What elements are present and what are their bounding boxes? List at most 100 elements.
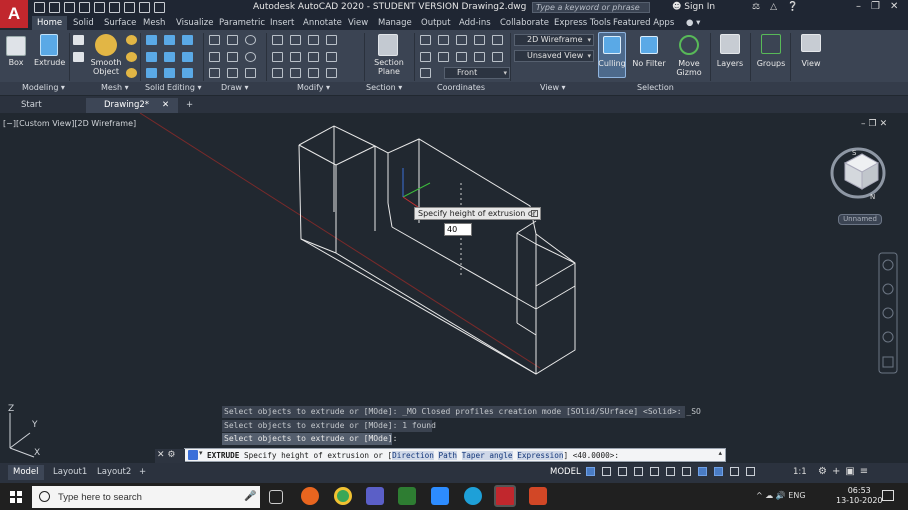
tab-annotate[interactable]: Annotate xyxy=(298,16,347,30)
culling-button[interactable]: Culling xyxy=(597,59,627,68)
extrude-button[interactable]: Extrude xyxy=(34,58,65,67)
windows-start-icon[interactable] xyxy=(10,491,22,503)
tab-solid[interactable]: Solid xyxy=(68,16,99,30)
panel-mesh[interactable]: Mesh ▾ xyxy=(101,83,129,92)
panel-draw[interactable]: Draw ▾ xyxy=(221,83,248,92)
option-path[interactable]: Path xyxy=(438,451,457,460)
move-icon[interactable] xyxy=(272,35,283,45)
new-icon[interactable] xyxy=(34,2,45,13)
teams-icon[interactable] xyxy=(366,487,384,505)
tab-output[interactable]: Output xyxy=(416,16,456,30)
ucs-origin-icon[interactable] xyxy=(456,35,467,45)
ellipse-icon[interactable] xyxy=(245,52,256,62)
ucs-menu-button[interactable]: Unnamed xyxy=(838,214,882,225)
web-open-icon[interactable] xyxy=(94,2,105,13)
move-gizmo-button[interactable]: Move Gizmo xyxy=(674,59,704,77)
tab-add-ins[interactable]: Add-ins xyxy=(454,16,496,30)
autodesk-app-icon[interactable]: △ xyxy=(770,2,777,12)
edge-icon[interactable] xyxy=(464,487,482,505)
sign-in-button[interactable]: ☻ Sign In xyxy=(672,2,715,12)
customize-icon[interactable]: ⚙ xyxy=(167,450,175,460)
separate-icon[interactable] xyxy=(146,68,157,78)
web-save-icon[interactable] xyxy=(109,2,120,13)
viewcube[interactable]: S N xyxy=(830,147,886,201)
app-icon[interactable] xyxy=(398,487,416,505)
mesh-refine-icon[interactable] xyxy=(126,52,137,62)
cart-icon[interactable]: ⚖ xyxy=(752,2,760,12)
close-icon[interactable]: ✕ xyxy=(157,450,165,460)
option-direction[interactable]: Direction xyxy=(392,451,434,460)
trim-icon[interactable] xyxy=(326,35,337,45)
explode-icon[interactable] xyxy=(326,68,337,78)
panel-modeling[interactable]: Modeling ▾ xyxy=(22,83,65,92)
ucs-icon[interactable] xyxy=(420,35,431,45)
ucs-view-icon[interactable] xyxy=(420,52,431,62)
chevron-down-icon[interactable]: ▾ xyxy=(199,449,203,457)
navigation-bar[interactable] xyxy=(878,252,898,374)
boundary-icon[interactable] xyxy=(245,68,256,78)
viewport-controls[interactable]: [−][Custom View][2D Wireframe] xyxy=(3,119,136,128)
system-tray[interactable]: ^ ☁ 🔊 ENG xyxy=(756,491,806,500)
extract-edges-icon[interactable] xyxy=(182,52,193,62)
save-icon[interactable] xyxy=(64,2,75,13)
layers-button[interactable]: Layers xyxy=(714,59,746,68)
options-icon[interactable] xyxy=(531,210,538,217)
option-taper-angle[interactable]: Taper angle xyxy=(461,451,513,460)
fillet-icon[interactable] xyxy=(290,52,301,62)
erase-icon[interactable] xyxy=(326,52,337,62)
object-snap-tracking-icon[interactable] xyxy=(666,467,675,476)
dynamic-input-field[interactable]: 40 xyxy=(444,223,472,236)
viewport-window-controls[interactable]: –❐✕ xyxy=(861,119,890,129)
annotation-visibility-icon[interactable] xyxy=(746,467,755,476)
search-input[interactable]: Type a keyword or phrase xyxy=(532,2,650,13)
offset-edge-icon[interactable] xyxy=(182,68,193,78)
polyline-icon[interactable] xyxy=(227,35,238,45)
presspull-icon[interactable] xyxy=(73,52,84,62)
tab-parametric[interactable]: Parametric xyxy=(214,16,270,30)
panel-section[interactable]: Section ▾ xyxy=(366,83,402,92)
visual-style-dropdown[interactable]: 2D Wireframe ▾ xyxy=(514,34,594,46)
grid-icon[interactable] xyxy=(586,467,595,476)
doc-tab-start[interactable]: Start xyxy=(3,98,91,113)
rectangle-icon[interactable] xyxy=(227,52,238,62)
mirror-icon[interactable] xyxy=(272,52,283,62)
ribbon-toggle-icon[interactable]: ● ▾ xyxy=(681,16,705,30)
zoom-icon[interactable] xyxy=(431,487,449,505)
array-icon[interactable] xyxy=(308,68,319,78)
transparency-icon[interactable] xyxy=(714,467,723,476)
minimize-icon[interactable]: – xyxy=(856,1,861,12)
lineweight-icon[interactable] xyxy=(698,467,707,476)
osnap-icon[interactable] xyxy=(682,467,691,476)
scale-icon[interactable] xyxy=(290,68,301,78)
smooth-object-button[interactable]: Smooth Object xyxy=(90,58,122,76)
tab-featured-apps[interactable]: Featured Apps xyxy=(608,16,679,30)
polygon-icon[interactable] xyxy=(209,68,220,78)
interfere-icon[interactable] xyxy=(164,52,175,62)
copy-icon[interactable] xyxy=(308,35,319,45)
tab-visualize[interactable]: Visualize xyxy=(171,16,218,30)
tab-express-tools[interactable]: Express Tools xyxy=(549,16,616,30)
ucs-object-icon[interactable] xyxy=(438,52,449,62)
plot-icon[interactable] xyxy=(124,2,135,13)
task-view-icon[interactable] xyxy=(269,490,283,504)
notification-icon[interactable] xyxy=(882,490,894,501)
tab-mesh[interactable]: Mesh xyxy=(138,16,170,30)
mesh-sphere-icon[interactable] xyxy=(126,35,137,45)
polar-icon[interactable] xyxy=(634,467,643,476)
ucs-z-icon[interactable] xyxy=(474,35,485,45)
close-icon[interactable]: ✕ xyxy=(890,1,898,12)
taskbar-search-input[interactable]: Type here to search 🎤 xyxy=(32,486,260,508)
intersect-icon[interactable] xyxy=(182,35,193,45)
application-menu-button[interactable]: A xyxy=(0,0,28,28)
groups-button[interactable]: Groups xyxy=(755,59,787,68)
slice-icon[interactable] xyxy=(146,52,157,62)
panel-selection[interactable]: Selection xyxy=(637,83,674,92)
doc-tab-drawing[interactable]: Drawing2* ✕ xyxy=(86,98,178,113)
firefox-icon[interactable] xyxy=(301,487,319,505)
layout-tab-layout2[interactable]: Layout2 xyxy=(92,465,136,480)
autocad-taskbar-icon[interactable] xyxy=(494,485,516,507)
panel-solid-editing[interactable]: Solid Editing ▾ xyxy=(145,83,201,92)
language-indicator[interactable]: ENG xyxy=(788,491,805,500)
save-as-icon[interactable] xyxy=(79,2,90,13)
union-icon[interactable] xyxy=(146,35,157,45)
